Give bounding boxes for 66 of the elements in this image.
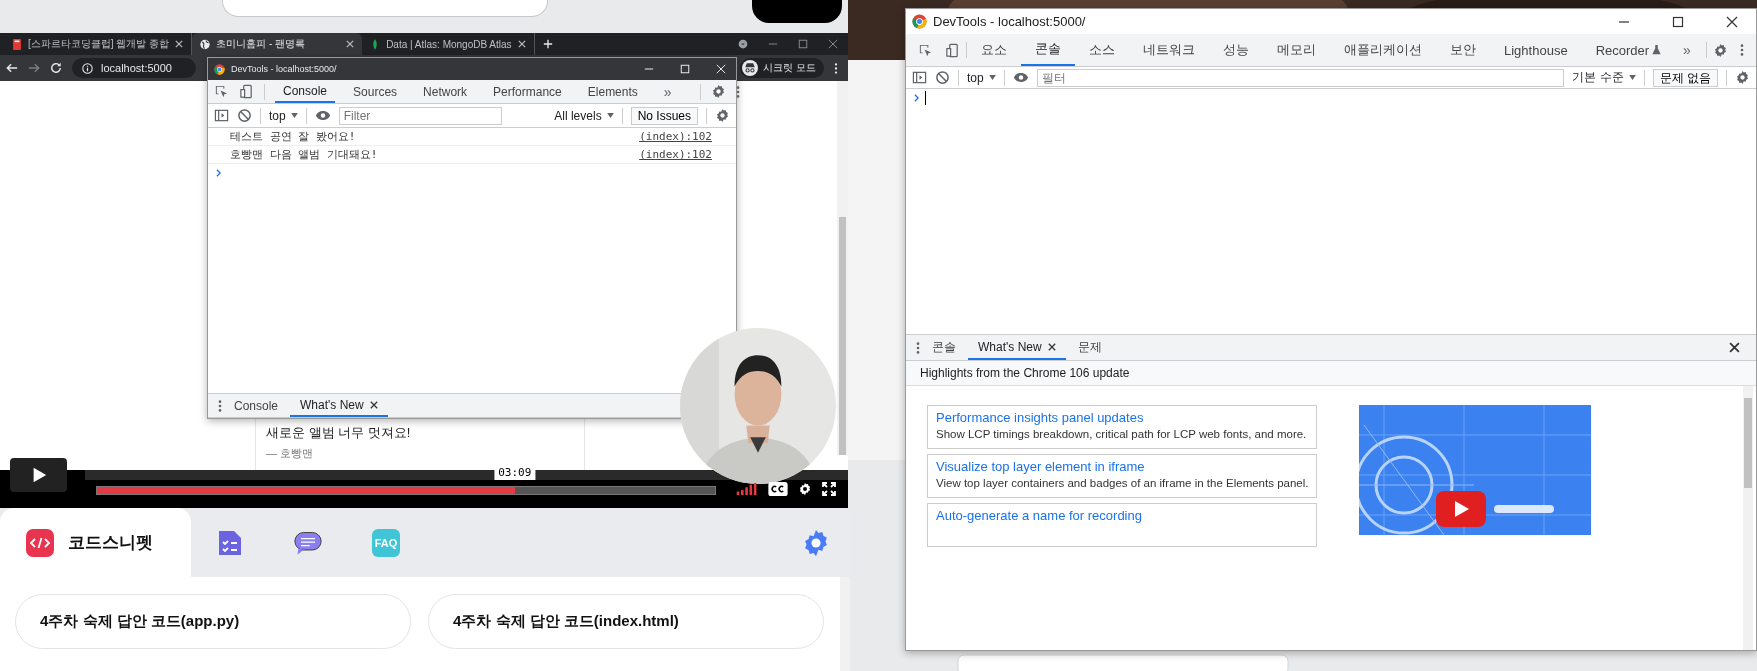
tab-title: Data | Atlas: MongoDB Atlas [386,38,512,50]
console-message: 호빵맨 다음 앨범 기대돼요! [230,147,378,162]
source-link[interactable]: (index):102 [639,130,712,143]
more-tabs-button[interactable]: » [655,83,680,100]
book-icon [12,38,22,50]
comment-author: — 호빵맨 [266,446,315,461]
reload-icon[interactable] [50,62,62,74]
settings-icon[interactable] [798,482,812,496]
snippet-tab[interactable]: 코드스니펫 [0,508,191,577]
captions-icon[interactable] [768,482,788,496]
incognito-badge[interactable]: 시크릿 모드 [740,58,824,78]
drawer-tab[interactable]: Console [224,394,289,417]
more-icon[interactable] [218,398,222,413]
url-text: localhost:5000 [101,62,172,74]
checklist-icon [216,528,244,557]
source-link[interactable]: (index):102 [639,148,712,161]
levels-dropdown[interactable]: All levels [554,108,614,123]
forward-icon[interactable] [28,62,40,74]
issues-button[interactable]: No Issues [630,106,698,125]
panel-tab[interactable]: Sources [345,80,406,103]
restore-icon[interactable] [798,39,808,49]
chrome-icon [214,63,225,75]
tab-title: [스파르타코딩클럽] 웹개발 종합 [28,37,170,51]
device-icon[interactable] [239,84,254,99]
filter-field[interactable]: Filter [338,106,502,125]
scrollbar-thumb[interactable] [839,217,846,455]
clear-icon[interactable] [237,108,252,123]
browser-tab[interactable]: 초미니홈피 - 팬명록 [192,33,363,55]
back-icon[interactable] [6,62,18,74]
scrollbar[interactable] [837,81,848,455]
incognito-icon [742,60,759,76]
close-icon[interactable] [517,40,526,48]
drawer-tab[interactable]: What's New [290,394,388,417]
comment-text: 새로운 앨범 너무 멋져요! [266,424,412,442]
settings-icon[interactable] [715,108,730,123]
snippet-button[interactable]: 4주차 숙제 답안 코드(app.py) [15,594,411,649]
close-icon[interactable] [369,400,378,409]
sidebar-icon[interactable] [214,108,229,123]
faq-icon: FAQ [372,528,400,557]
panel-tab[interactable]: Elements [579,80,646,103]
dropdown-icon[interactable] [738,39,748,49]
panel-tab[interactable]: Performance [485,80,570,103]
tab-title: 초미니홈피 - 팬명록 [216,37,306,51]
prompt-icon [216,169,221,177]
play-button[interactable] [10,458,67,492]
eye-icon[interactable] [314,110,331,121]
inspect-icon[interactable] [214,84,229,99]
close-icon[interactable] [175,40,184,48]
close-icon[interactable] [346,40,355,48]
globe-icon [200,38,211,50]
settings-icon[interactable] [710,84,726,99]
more-icon[interactable] [834,61,838,75]
fullscreen-icon[interactable] [822,482,836,496]
caret-icon [606,113,614,118]
panel-tab[interactable]: Network [415,80,476,103]
window-title: DevTools - localhost:5000/ [231,64,337,74]
snippet-button[interactable]: 4주차 숙제 답안 코드(index.html) [428,594,824,649]
code-icon [26,528,54,557]
more-icon[interactable] [735,84,740,99]
caret-icon [290,113,298,118]
console-message: 테스트 공연 잘 봤어요! [230,129,356,144]
info-icon [82,62,93,74]
signal-icon[interactable] [736,483,758,495]
context-dropdown[interactable]: top [269,108,298,123]
new-tab-icon[interactable] [542,39,553,49]
address-field[interactable]: localhost:5000 [72,58,196,78]
